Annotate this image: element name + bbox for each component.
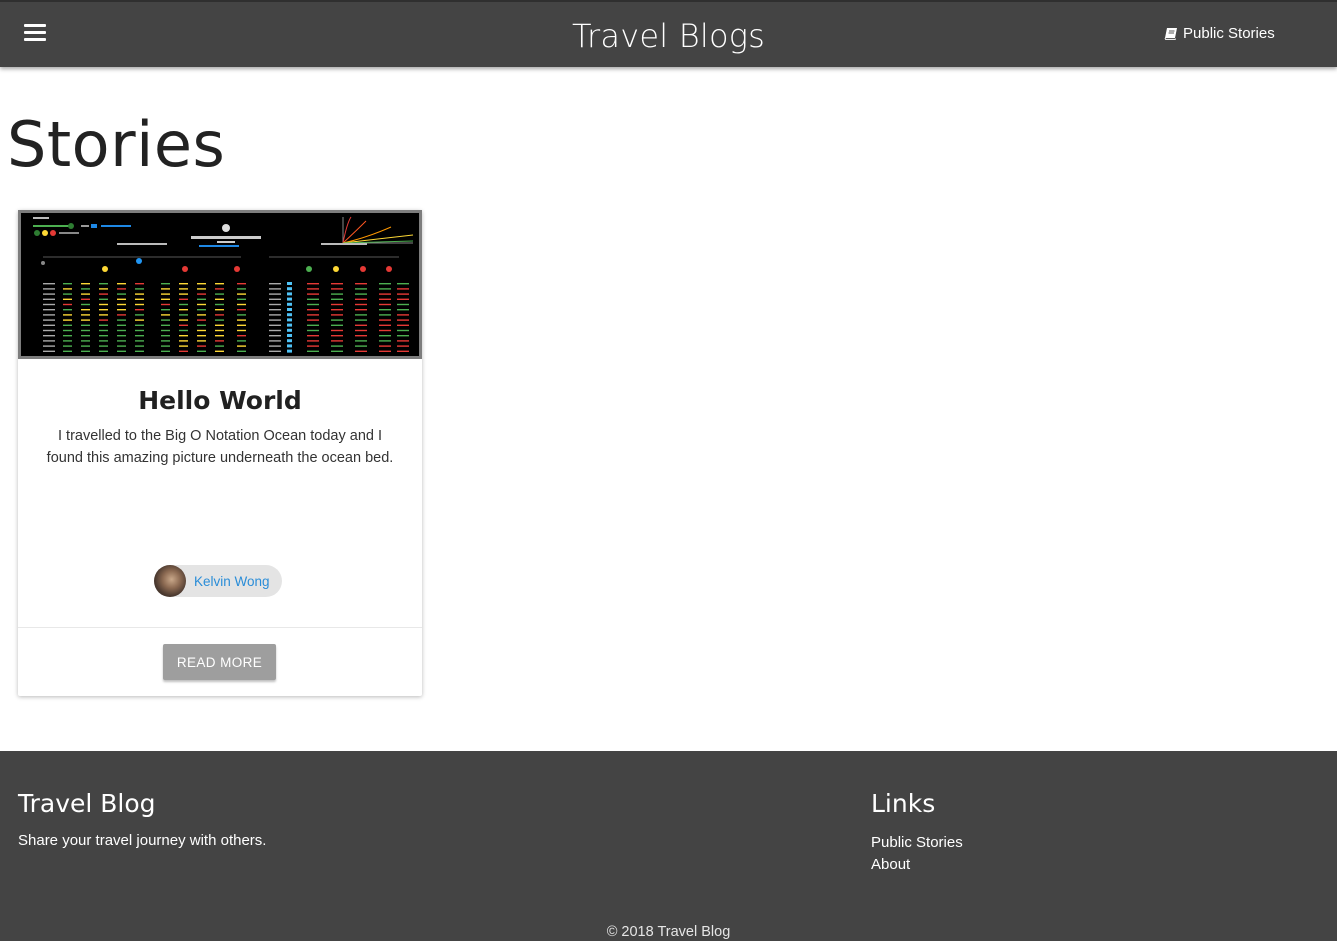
avatar xyxy=(154,565,186,597)
story-excerpt: I travelled to the Big O Notation Ocean … xyxy=(46,428,394,466)
cheatsheet-image xyxy=(21,213,419,356)
story-card: Hello World I travelled to the Big O Not… xyxy=(18,210,422,696)
brand-link[interactable]: Travel Blogs xyxy=(572,17,765,55)
copyright-text: © 2018 Travel Blog xyxy=(606,924,731,940)
brand-title: Travel Blogs xyxy=(0,17,1337,55)
story-title: Hello World xyxy=(138,386,302,415)
top-navbar: Travel Blogs Public Stories xyxy=(0,0,1337,67)
author-chip[interactable]: Kelvin Wong xyxy=(154,565,282,597)
footer-tagline: Share your travel journey with others. xyxy=(18,832,267,849)
nav-public-stories-label: Public Stories xyxy=(1183,25,1275,42)
card-divider xyxy=(18,627,422,628)
book-icon xyxy=(1164,28,1177,40)
footer-brand-title: Travel Blog xyxy=(18,789,156,818)
page-title: Stories xyxy=(7,108,226,181)
story-card-image[interactable] xyxy=(18,210,422,359)
page-footer: Travel Blog Share your travel journey wi… xyxy=(0,751,1337,941)
footer-link-public-stories[interactable]: Public Stories xyxy=(871,832,963,854)
footer-link-about[interactable]: About xyxy=(871,854,963,876)
nav-public-stories-link[interactable]: Public Stories xyxy=(1164,25,1275,42)
author-name[interactable]: Kelvin Wong xyxy=(194,574,270,589)
footer-links-list: Public Stories About xyxy=(871,832,963,876)
footer-links-title: Links xyxy=(871,789,936,818)
read-more-button[interactable]: Read More xyxy=(163,644,276,680)
